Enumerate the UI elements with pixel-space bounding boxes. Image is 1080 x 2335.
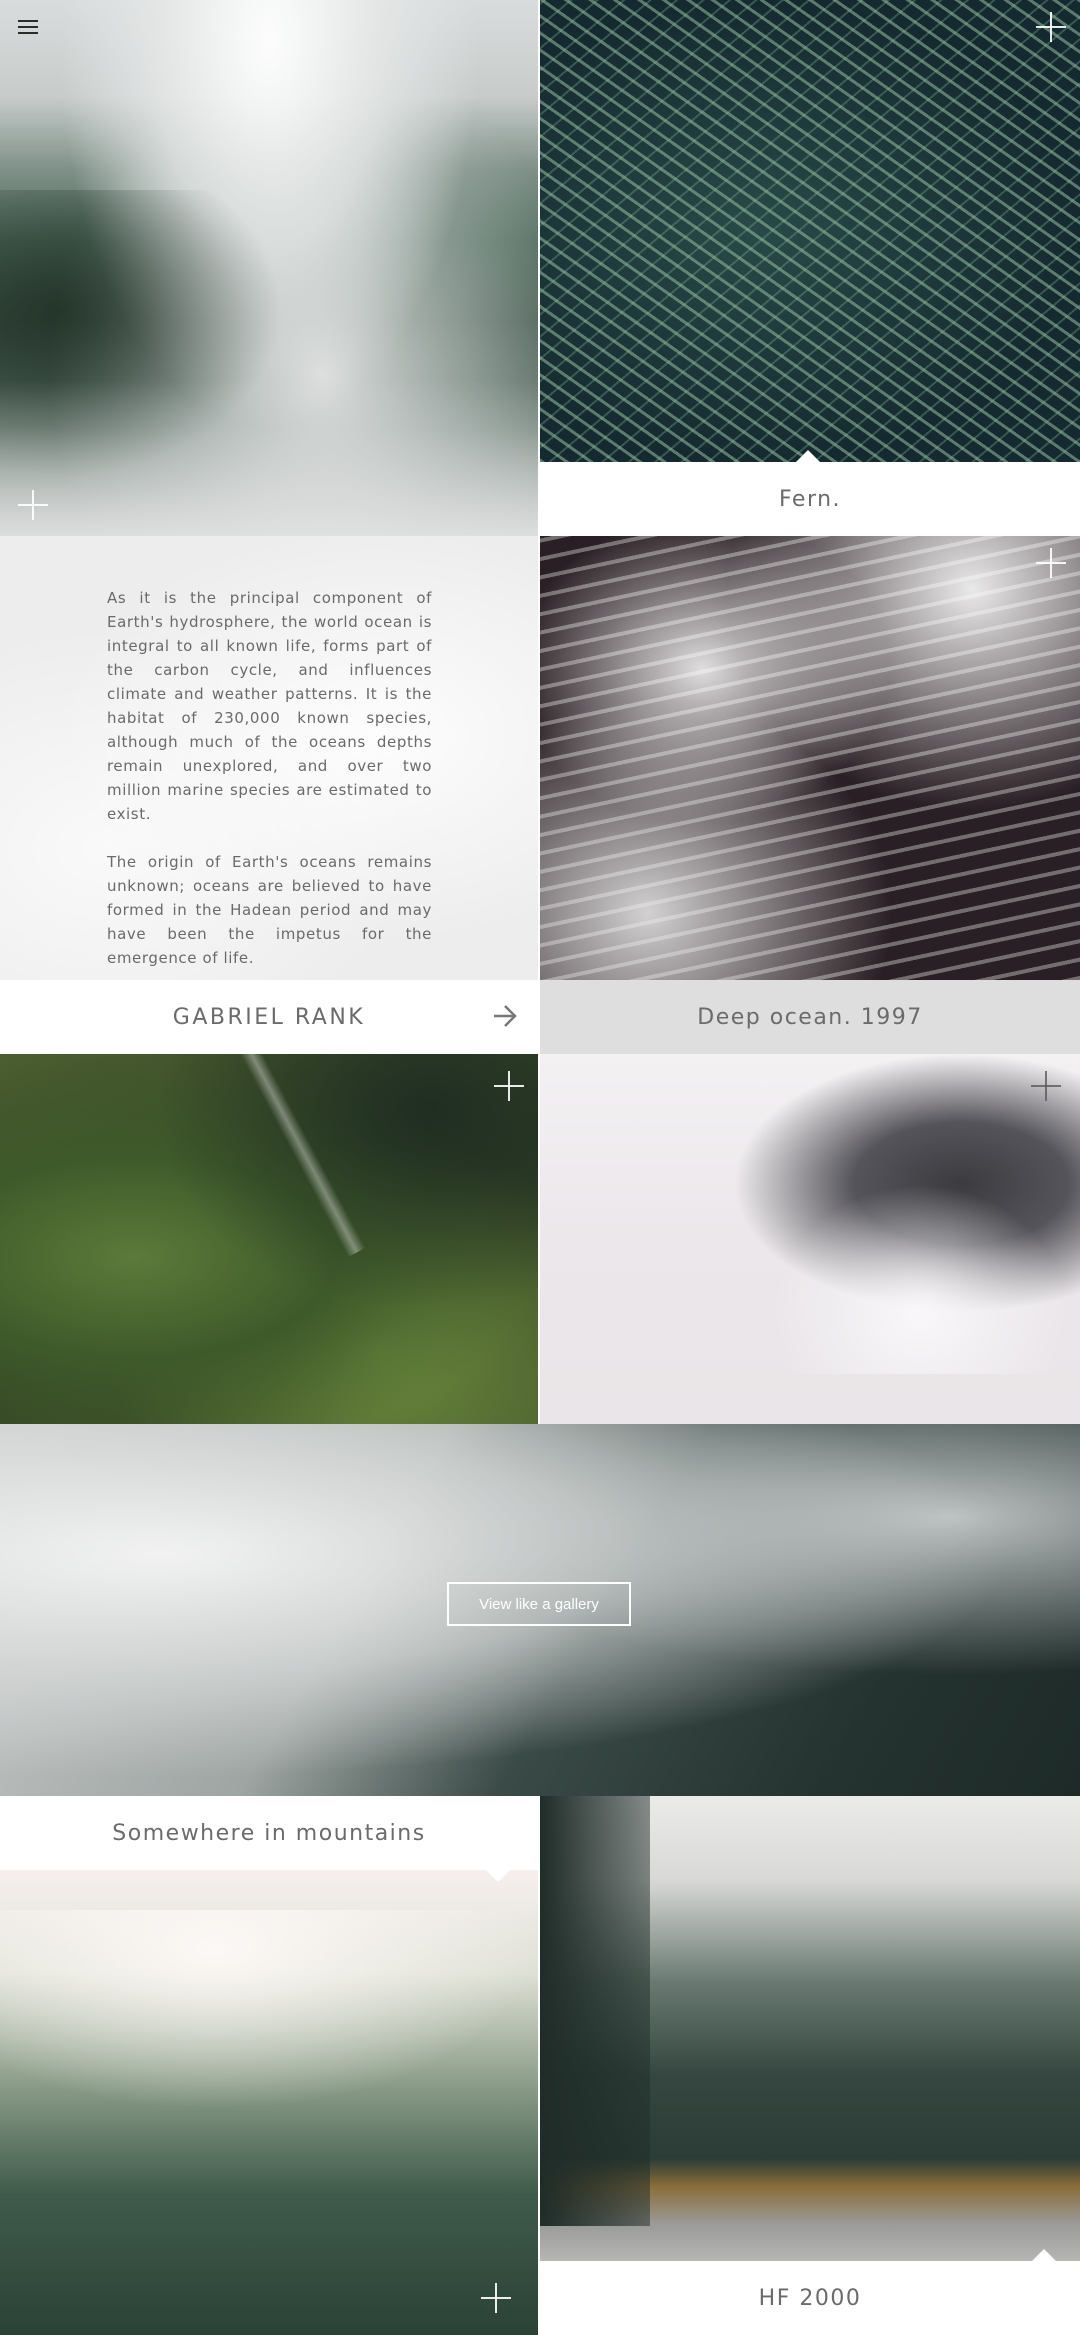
foggy-peak-photo[interactable]	[540, 1054, 1080, 1424]
plus-icon[interactable]	[494, 1071, 524, 1101]
misty-valley-photo[interactable]	[0, 0, 538, 536]
view-gallery-button[interactable]: View like a gallery	[447, 1582, 631, 1626]
plus-icon[interactable]	[18, 490, 48, 520]
ocean-caption-text: Deep ocean. 1997	[697, 1004, 923, 1030]
article-text-panel: As it is the principal component of Eart…	[0, 536, 538, 980]
ocean-caption: Deep ocean. 1997	[540, 980, 1080, 1054]
article-paragraph: As it is the principal component of Eart…	[107, 589, 432, 823]
road-caption: HF 2000	[540, 2261, 1080, 2335]
forest-road-photo[interactable]	[540, 1796, 1080, 2261]
caption-notch	[486, 1870, 510, 1882]
caption-notch	[1032, 2249, 1056, 2261]
plus-icon[interactable]	[1031, 1071, 1061, 1101]
caption-notch	[796, 450, 820, 462]
plus-icon[interactable]	[1036, 12, 1066, 42]
view-gallery-label: View like a gallery	[479, 1595, 599, 1613]
fern-photo[interactable]	[540, 0, 1080, 462]
plus-icon[interactable]	[481, 2283, 511, 2313]
mountains-caption: Somewhere in mountains	[0, 1796, 538, 1870]
moss-photo[interactable]	[0, 1054, 538, 1424]
fern-caption: Fern.	[540, 462, 1080, 536]
arrow-right-icon[interactable]	[492, 1004, 518, 1028]
road-caption-text: HF 2000	[758, 2285, 862, 2311]
author-link[interactable]: GABRIEL RANK	[0, 980, 538, 1054]
fern-caption-text: Fern.	[778, 486, 842, 512]
mountains-caption-text: Somewhere in mountains	[112, 1820, 426, 1846]
misty-pine-forest-photo[interactable]	[0, 1870, 538, 2335]
deep-ocean-photo[interactable]	[540, 536, 1080, 980]
article-paragraph: The origin of Earth's oceans remains unk…	[107, 853, 432, 967]
author-name: GABRIEL RANK	[172, 1004, 366, 1030]
plus-icon[interactable]	[1036, 548, 1066, 578]
hamburger-menu-icon[interactable]	[18, 20, 38, 34]
